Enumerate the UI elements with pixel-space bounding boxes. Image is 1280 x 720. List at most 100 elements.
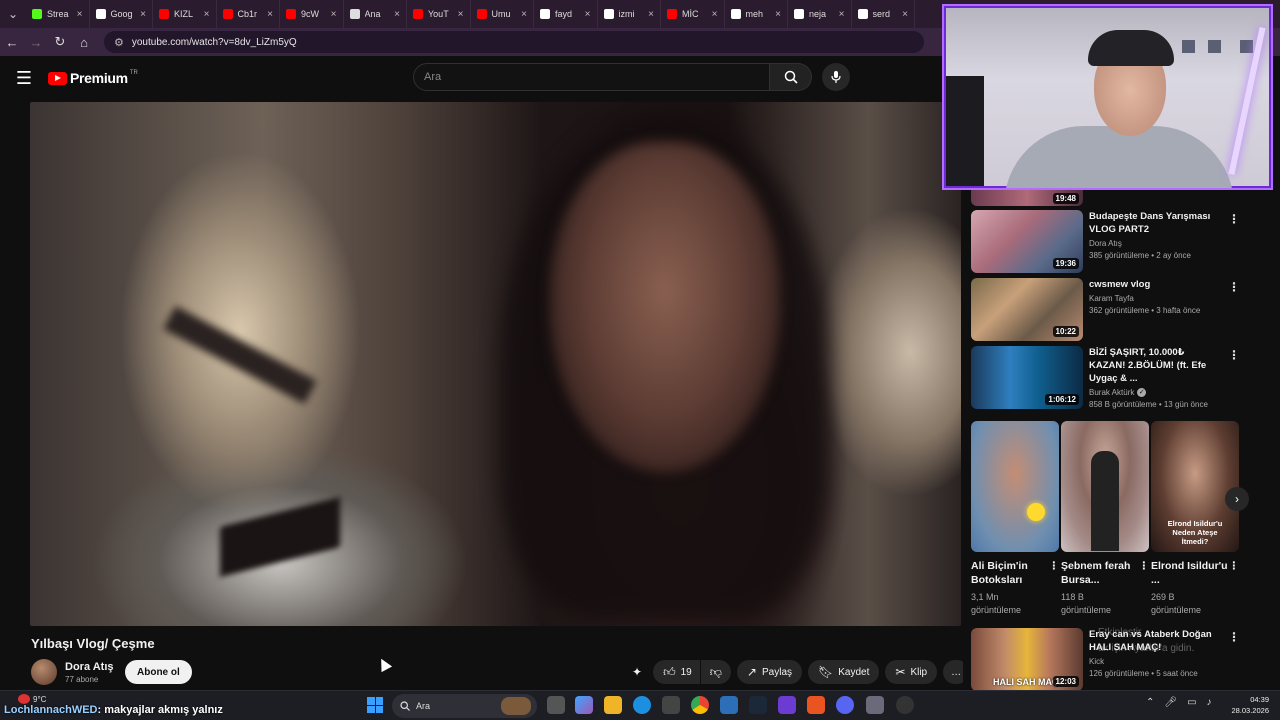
dislike-button[interactable]: 👎︎ (700, 660, 731, 684)
obs-icon[interactable] (778, 696, 796, 714)
tab-close-icon[interactable]: × (204, 9, 210, 20)
back-icon[interactable]: ← (0, 35, 24, 50)
app-icon[interactable] (720, 696, 738, 714)
tab-close-icon[interactable]: × (585, 9, 591, 20)
save-button[interactable]: 🔖︎ Kaydet (808, 660, 880, 684)
short-menu-icon[interactable]: ⋮ (1229, 559, 1240, 587)
tab-close-icon[interactable]: × (712, 9, 718, 20)
short-menu-icon[interactable]: ⋮ (1139, 559, 1150, 587)
app-icon[interactable] (807, 696, 825, 714)
widgets-icon[interactable] (575, 696, 593, 714)
settings-gear-icon[interactable] (866, 696, 884, 714)
browser-tab[interactable]: Goog × (90, 0, 153, 28)
file-explorer-icon[interactable] (604, 696, 622, 714)
recommendation-item[interactable]: 1:06:12 BİZİ ŞAŞIRT, 10.000₺ KAZAN! 2.BÖL… (971, 346, 1219, 409)
subscribe-button[interactable]: Abone ol (125, 660, 192, 684)
system-clock[interactable]: 04:39 28.03.2026 (1225, 694, 1269, 716)
like-button[interactable]: 👍︎ 19 (653, 660, 700, 684)
tab-close-icon[interactable]: × (140, 9, 146, 20)
video-thumbnail: 19:36 (971, 210, 1083, 273)
discord-icon[interactable] (836, 696, 854, 714)
tab-title: KIZL (174, 9, 194, 19)
browser-tab[interactable]: Umu × (471, 0, 534, 28)
tab-close-icon[interactable]: × (902, 9, 908, 20)
more-options-icon[interactable]: ⋮ (1228, 348, 1240, 362)
webcam-person-body (1004, 126, 1234, 188)
clip-button[interactable]: ✂ Klip (885, 660, 938, 684)
browser-tab[interactable]: YouT × (407, 0, 471, 28)
steam-icon[interactable] (749, 696, 767, 714)
tab-title: Goog (110, 9, 133, 19)
browser-tab[interactable]: KIZL × (153, 0, 217, 28)
short-views-suffix: görüntüleme (971, 605, 1022, 615)
tab-close-icon[interactable]: × (267, 9, 273, 20)
more-options-icon[interactable]: ⋮ (1228, 280, 1240, 294)
video-title: BİZİ ŞAŞIRT, 10.000₺ KAZAN! 2.BÖLÜM! (ft… (1089, 347, 1207, 384)
tab-close-icon[interactable]: × (331, 9, 337, 20)
reload-icon[interactable]: ↻ (48, 34, 72, 50)
tab-close-icon[interactable]: × (394, 9, 400, 20)
app-icon[interactable] (896, 696, 914, 714)
shorts-next-button[interactable]: › (1225, 487, 1249, 511)
forward-icon[interactable]: → (24, 35, 48, 50)
short-thumbnail (971, 421, 1059, 552)
clock-date: 28.03.2026 (1231, 706, 1269, 715)
short-menu-icon[interactable]: ⋮ (1049, 559, 1060, 587)
windows-start-icon[interactable] (367, 697, 383, 713)
tab-close-icon[interactable]: × (775, 9, 781, 20)
logo-text: Premium (70, 70, 128, 86)
more-options-icon[interactable]: ⋮ (1228, 212, 1240, 226)
tab-close-icon[interactable]: × (458, 9, 464, 20)
browser-tab[interactable]: izmi × (598, 0, 661, 28)
chrome-icon[interactable] (691, 696, 709, 714)
taskbar-search[interactable]: Ara (392, 694, 537, 718)
clip-label: Klip (910, 666, 928, 678)
video-player[interactable] (30, 102, 961, 626)
recommendation-item[interactable]: HALI SAH MAÇI 12:03 Eray can vs Ataberk … (971, 628, 1219, 691)
browser-tab[interactable]: MİC × (661, 0, 725, 28)
system-tray[interactable]: ⌃🎤︎▭♪ (1146, 697, 1222, 708)
browser-tab[interactable]: 9cW × (280, 0, 344, 28)
tab-close-icon[interactable]: × (521, 9, 527, 20)
tab-close-icon[interactable]: × (839, 9, 845, 20)
tab-title: 9cW (301, 9, 319, 19)
browser-tab[interactable]: Cb1r × (217, 0, 280, 28)
tab-close-icon[interactable]: × (648, 9, 654, 20)
channel-name[interactable]: Dora Atış (65, 661, 114, 673)
channel-avatar[interactable] (31, 659, 57, 685)
address-bar[interactable]: ⚙ youtube.com/watch?v=8dv_LiZm5yQ (104, 31, 924, 53)
more-options-icon[interactable]: ⋮ (1228, 630, 1240, 644)
menu-icon[interactable]: ☰ (0, 68, 48, 89)
site-info-icon[interactable]: ⚙ (114, 36, 124, 49)
short-item[interactable]: Şebnem ferah Bursa... ⋮ 118 B görüntüleme (1061, 421, 1149, 617)
home-icon[interactable]: ⌂ (72, 35, 96, 50)
short-views-suffix: görüntüleme (1061, 605, 1112, 615)
short-item[interactable]: Ali Biçim'in Botoksları ⋮ 3,1 Mn görüntül… (971, 421, 1059, 617)
chat-overlay: LochlannachWED: makyajlar akmış yalnız (4, 704, 223, 716)
short-thumbnail: Elrond Isildur'u Neden Ateşe İtmedi? (1151, 421, 1239, 552)
browser-tab[interactable]: neja × (788, 0, 852, 28)
task-view-icon[interactable] (547, 696, 565, 714)
short-item[interactable]: Elrond Isildur'u Neden Ateşe İtmedi? Elr… (1151, 421, 1239, 617)
browser-tab[interactable]: serd × (852, 0, 915, 28)
recommendation-item[interactable]: 10:22 cwsmew vlog Karam Tayfa 362 görüntüle… (971, 278, 1219, 341)
browser-tab[interactable]: fayd × (534, 0, 598, 28)
search-icon (784, 70, 798, 84)
tab-close-icon[interactable]: × (77, 9, 83, 20)
recommendation-item[interactable]: 19:36 Budapeşte Dans Yarışması VLOG PART2… (971, 210, 1219, 273)
search-button[interactable] (770, 63, 812, 91)
youtube-logo[interactable]: Premium TR (48, 70, 138, 86)
tab-search-icon[interactable]: ⌄ (0, 0, 26, 28)
browser-tab[interactable]: meh × (725, 0, 788, 28)
share-button[interactable]: ↗ Paylaş (736, 660, 802, 684)
browser-tab[interactable]: Strea × (26, 0, 90, 28)
short-title: Şebnem ferah Bursa... (1061, 560, 1131, 586)
ask-button[interactable]: ✦ (628, 660, 651, 684)
edge-browser-icon[interactable] (633, 696, 651, 714)
store-icon[interactable] (662, 696, 680, 714)
voice-search-button[interactable] (822, 63, 850, 91)
video-duration: 12:03 (1052, 676, 1079, 687)
weather-temp: 9°C (33, 695, 47, 704)
search-input[interactable]: Ara (413, 63, 770, 91)
browser-tab[interactable]: Ana × (344, 0, 407, 28)
